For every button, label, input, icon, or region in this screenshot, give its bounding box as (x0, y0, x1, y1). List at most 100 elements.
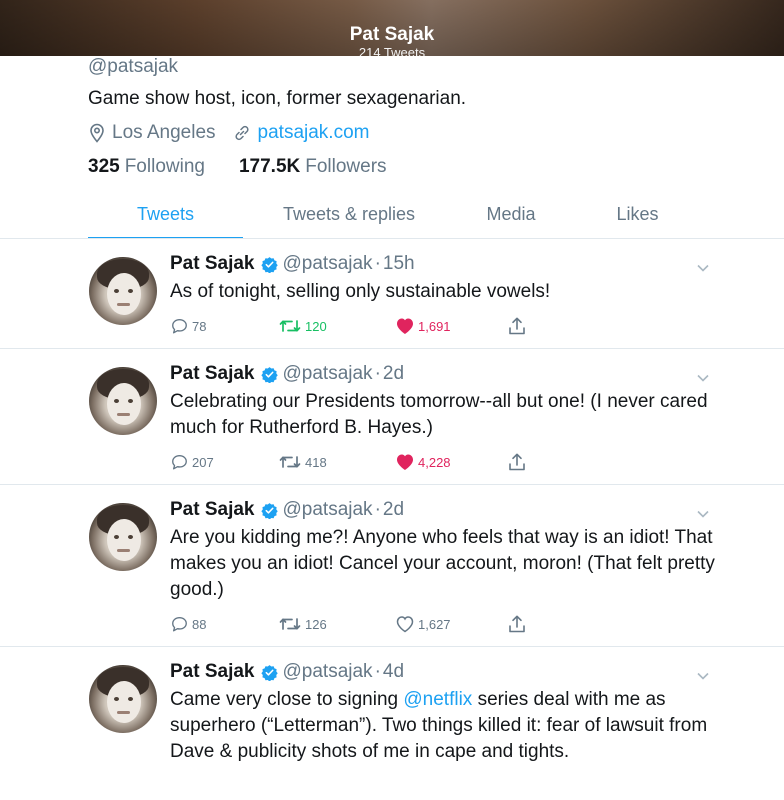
share-icon (509, 615, 525, 633)
tweet-author-handle[interactable]: @patsajak (283, 363, 373, 385)
profile-location: Los Angeles (88, 122, 216, 144)
share-icon (509, 453, 525, 471)
profile-handle: @patsajak (88, 56, 179, 77)
tab-media[interactable]: Media (455, 200, 567, 239)
tweet-author-handle[interactable]: @patsajak (283, 661, 373, 683)
tweet-author-handle[interactable]: @patsajak (283, 499, 373, 521)
retweet-button[interactable]: 418 (278, 451, 327, 473)
tweet-header: Pat Sajak @patsajak · 2d (170, 363, 404, 385)
like-button[interactable]: 1,627 (395, 613, 451, 635)
reply-icon (172, 455, 187, 470)
avatar[interactable] (89, 665, 157, 733)
tweet-timestamp[interactable]: 2d (383, 363, 404, 385)
tweet-author-name[interactable]: Pat Sajak (170, 661, 255, 683)
tweet-actions: 207 418 4,228 (170, 451, 550, 473)
tweet-card[interactable]: Pat Sajak @patsajak · 2d Celebrating our… (0, 349, 784, 485)
following-label: Following (124, 156, 205, 177)
share-button[interactable] (507, 613, 530, 635)
reply-icon (172, 617, 187, 632)
retweet-button[interactable]: 120 (278, 315, 327, 337)
share-button[interactable] (507, 451, 530, 473)
heart-outline-icon (396, 616, 414, 633)
location-pin-icon (90, 123, 104, 143)
tweet-actions: 78 120 1,691 (170, 315, 550, 337)
chevron-down-icon[interactable] (696, 261, 710, 275)
verified-badge-icon (260, 502, 278, 519)
profile-tabs: Tweets Tweets & replies Media Likes (88, 200, 708, 239)
tweet-header: Pat Sajak @patsajak · 15h (170, 253, 415, 275)
verified-badge-icon (260, 366, 278, 383)
chevron-down-icon[interactable] (696, 507, 710, 521)
tweet-separator: · (374, 363, 381, 384)
profile-meta: Los Angeles patsajak.com (88, 122, 369, 144)
tweet-text: Came very close to signing @netflix seri… (170, 687, 730, 765)
tweet-author-name[interactable]: Pat Sajak (170, 253, 255, 275)
retweet-icon (279, 320, 301, 332)
following-link[interactable]: 325 Following (88, 156, 205, 178)
tab-tweets[interactable]: Tweets (88, 200, 243, 239)
link-icon (234, 125, 249, 141)
share-icon (509, 317, 525, 335)
reply-count: 88 (192, 616, 207, 632)
tweet-text: Are you kidding me?! Anyone who feels th… (170, 527, 715, 600)
header-banner: Pat Sajak 214 Tweets (0, 0, 784, 56)
avatar[interactable] (89, 367, 157, 435)
tweet-actions: 88 126 1,627 (170, 613, 550, 635)
tweet-separator: · (374, 499, 381, 520)
retweet-icon (279, 456, 301, 468)
tweet-header: Pat Sajak @patsajak · 2d (170, 499, 404, 521)
header-title: Pat Sajak (349, 24, 435, 45)
header-tweet-count: 214 Tweets (358, 45, 426, 56)
profile-website[interactable]: patsajak.com (232, 122, 370, 144)
mention-link[interactable]: @netflix (403, 689, 472, 710)
tweet-timestamp[interactable]: 4d (383, 661, 404, 683)
tweet-card[interactable]: Pat Sajak @patsajak · 4d Came very close… (0, 647, 784, 800)
tweet-card[interactable]: Pat Sajak @patsajak · 2d Are you kidding… (0, 485, 784, 647)
tweet-author-name[interactable]: Pat Sajak (170, 363, 255, 385)
profile-website-text[interactable]: patsajak.com (258, 122, 370, 144)
tweet-author-handle[interactable]: @patsajak (283, 253, 373, 275)
like-count: 1,691 (418, 318, 451, 334)
like-count: 1,627 (418, 616, 451, 632)
reply-icon (172, 319, 187, 334)
chevron-down-icon[interactable] (696, 371, 710, 385)
like-button[interactable]: 4,228 (395, 451, 451, 473)
followers-link[interactable]: 177.5K Followers (239, 156, 387, 178)
reply-count: 207 (192, 454, 214, 470)
tweet-timestamp[interactable]: 2d (383, 499, 404, 521)
retweet-count: 418 (305, 454, 327, 470)
tweet-text-start: Came very close to signing (170, 689, 404, 710)
tweet-timestamp[interactable]: 15h (383, 253, 415, 275)
tweet-separator: · (374, 253, 381, 274)
profile-bio: Game show host, icon, former sexagenaria… (88, 88, 467, 109)
tweet-author-name[interactable]: Pat Sajak (170, 499, 255, 521)
reply-button[interactable]: 78 (170, 315, 206, 337)
retweet-count: 120 (305, 318, 327, 334)
followers-count: 177.5K (238, 156, 301, 177)
profile-stats: 325 Following 177.5K Followers (88, 156, 421, 178)
followers-label: Followers (305, 156, 387, 177)
verified-badge-icon (260, 256, 278, 273)
tweet-text: As of tonight, selling only sustainable … (170, 281, 551, 302)
tweet-card[interactable]: Pat Sajak @patsajak · 15h As of tonight,… (0, 239, 784, 349)
retweet-button[interactable]: 126 (278, 613, 327, 635)
avatar[interactable] (89, 503, 157, 571)
tab-tweets-replies[interactable]: Tweets & replies (243, 200, 455, 239)
heart-icon (397, 454, 413, 470)
tweet-header: Pat Sajak @patsajak · 4d (170, 661, 404, 683)
tweet-text: Celebrating our Presidents tomorrow--all… (170, 391, 708, 438)
chevron-down-icon[interactable] (696, 669, 710, 683)
share-button[interactable] (507, 315, 530, 337)
reply-button[interactable]: 207 (170, 451, 214, 473)
retweet-count: 126 (305, 616, 327, 632)
profile-location-text: Los Angeles (112, 122, 216, 143)
like-count: 4,228 (418, 454, 451, 470)
reply-count: 78 (192, 318, 207, 334)
verified-badge-icon (260, 664, 278, 681)
tab-likes[interactable]: Likes (567, 200, 708, 239)
reply-button[interactable]: 88 (170, 613, 206, 635)
heart-icon (397, 318, 413, 334)
avatar[interactable] (89, 257, 157, 325)
following-count: 325 (88, 156, 120, 177)
like-button[interactable]: 1,691 (395, 315, 451, 337)
